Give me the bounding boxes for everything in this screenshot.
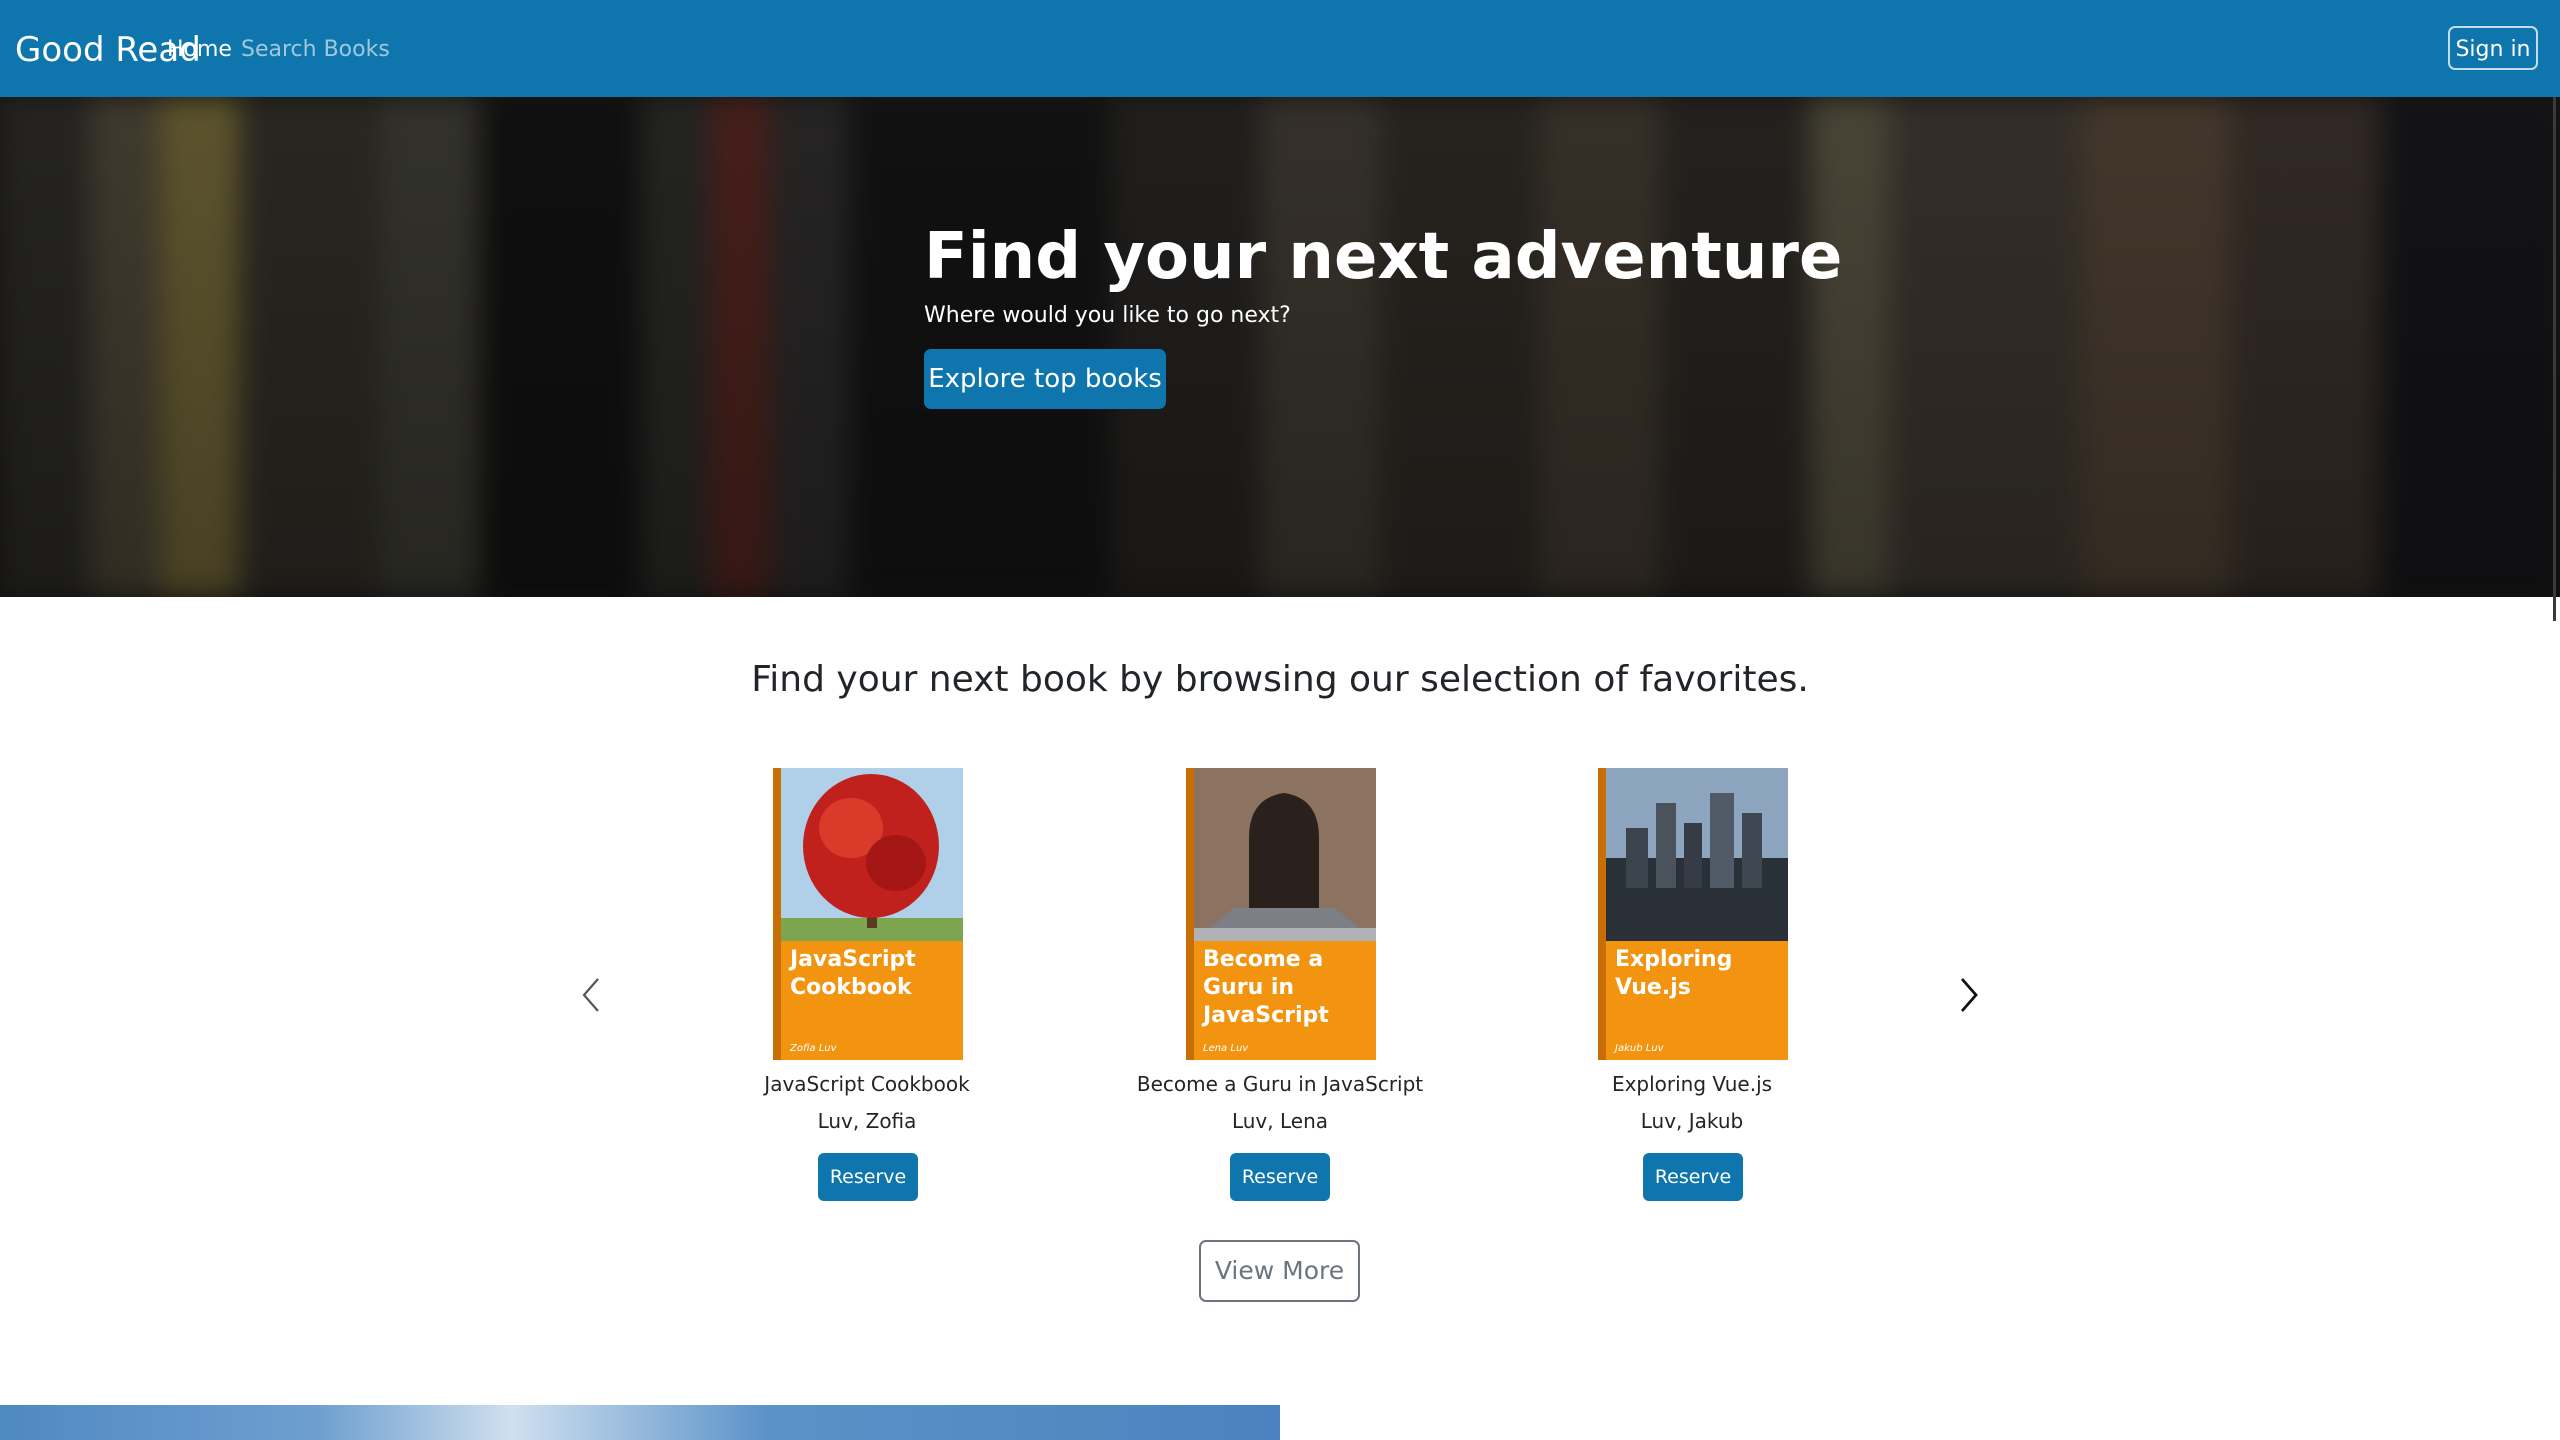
- hero-title: Find your next adventure: [924, 220, 1843, 294]
- nav-link-home[interactable]: Home: [167, 34, 232, 66]
- sign-in-button[interactable]: Sign in: [2448, 26, 2538, 70]
- sky-banner-image: [0, 1405, 1280, 1440]
- cover-title: JavaScript Cookbook: [790, 947, 916, 1000]
- chevron-left-icon: [582, 978, 599, 1012]
- section-heading: Find your next book by browsing our sele…: [751, 659, 1809, 700]
- cover-author: Zofia Luv: [790, 1043, 837, 1054]
- reserve-button[interactable]: Reserve: [1230, 1153, 1330, 1201]
- hero-subtitle: Where would you like to go next?: [924, 303, 1291, 328]
- reserve-button[interactable]: Reserve: [1643, 1153, 1743, 1201]
- carousel-prev-button[interactable]: [574, 970, 610, 1020]
- book-title: JavaScript Cookbook: [764, 1072, 970, 1096]
- book-cover[interactable]: Exploring Vue.js Jakub Luv: [1598, 768, 1788, 1060]
- page-scrollbar[interactable]: [2553, 97, 2556, 621]
- cover-photo-skyline: [1606, 768, 1788, 941]
- cover-title: Become a Guru in JavaScript: [1203, 947, 1329, 1028]
- book-author: Luv, Jakub: [1640, 1109, 1744, 1133]
- book-title: Become a Guru in JavaScript: [1136, 1072, 1424, 1096]
- cover-title: Exploring Vue.js: [1615, 947, 1733, 1000]
- book-cover[interactable]: Become a Guru in JavaScript Lena Luv: [1186, 768, 1376, 1060]
- cover-author: Lena Luv: [1203, 1043, 1249, 1054]
- nav-link-search-books[interactable]: Search Books: [241, 34, 390, 66]
- view-more-button[interactable]: View More: [1199, 1240, 1360, 1302]
- cover-photo-tree: [781, 768, 963, 941]
- carousel-next-button[interactable]: [1950, 970, 1986, 1020]
- book-author: Luv, Lena: [1231, 1109, 1329, 1133]
- chevron-right-icon: [1960, 978, 1978, 1012]
- explore-top-books-button[interactable]: Explore top books: [924, 349, 1166, 409]
- cover-photo-archway: [1194, 768, 1376, 941]
- book-cover[interactable]: JavaScript Cookbook Zofia Luv: [773, 768, 963, 1060]
- book-title: Exploring Vue.js: [1611, 1072, 1773, 1096]
- reserve-button[interactable]: Reserve: [818, 1153, 918, 1201]
- navbar: Good Read Home Search Books Sign in: [0, 0, 2560, 97]
- cover-author: Jakub Luv: [1615, 1043, 1664, 1054]
- hero-banner: Find your next adventure Where would you…: [0, 97, 2560, 597]
- book-author: Luv, Zofia: [817, 1109, 917, 1133]
